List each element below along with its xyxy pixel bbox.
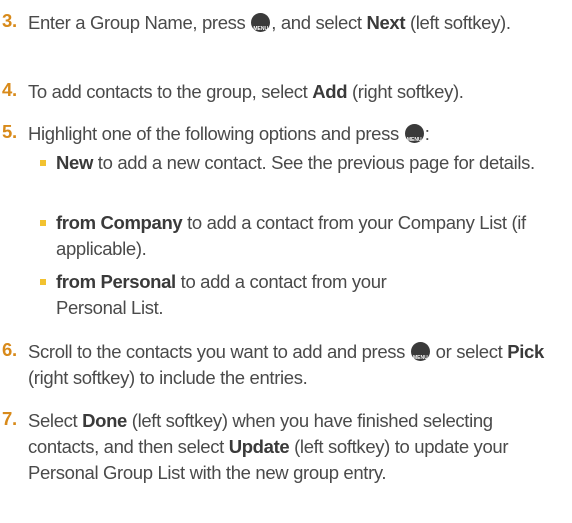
menu-ok-key-icon: [404, 124, 424, 160]
step-text-part: Highlight one of the following options a…: [28, 123, 399, 144]
step-text-part: or select: [435, 341, 503, 362]
step-text: Highlight one of the following options a…: [28, 121, 566, 160]
option-label: from Company: [56, 212, 183, 233]
step-text-part: Select: [28, 410, 78, 431]
softkey-label: Update: [228, 436, 290, 457]
option-text: New to add a new contact. See the previo…: [56, 150, 560, 176]
step-number: 3.: [2, 10, 17, 31]
softkey-label: Pick: [507, 341, 544, 362]
softkey-label: Add: [312, 81, 348, 102]
step-number: 5.: [2, 121, 17, 142]
step-text-part: , and select: [271, 12, 362, 33]
step-text-part: (right softkey).: [352, 81, 464, 102]
step-text: Select Done (left softkey) when you have…: [28, 408, 566, 486]
bullet-icon: [40, 220, 46, 226]
step-text-part: (right softkey) to include the entries.: [28, 367, 308, 388]
manual-page: 3. Enter a Group Name, press , and selec…: [0, 0, 572, 523]
step-text: To add contacts to the group, select Add…: [28, 79, 566, 105]
step-text-part: Scroll to the contacts you want to add a…: [28, 341, 406, 362]
bullet-icon: [40, 279, 46, 285]
step-text-part: (left softkey).: [409, 12, 511, 33]
step-number: 6.: [2, 339, 17, 360]
step-number: 4.: [2, 79, 17, 100]
menu-ok-key-icon: [410, 342, 430, 378]
option-label: from Personal: [56, 271, 176, 292]
step-text: Scroll to the contacts you want to add a…: [28, 339, 566, 391]
step-text-part: :: [424, 123, 430, 144]
step-text-part: To add contacts to the group, select: [28, 81, 308, 102]
step-text: Enter a Group Name, press , and select N…: [28, 10, 566, 49]
step-text-part: Enter a Group Name, press: [28, 12, 246, 33]
option-text: from Personal to add a contact from your…: [56, 269, 446, 321]
bullet-icon: [40, 160, 46, 166]
menu-ok-key-icon: [251, 13, 271, 49]
option-description: to add a new contact. See the previous p…: [97, 152, 535, 173]
softkey-label: Next: [366, 12, 406, 33]
step-number: 7.: [2, 408, 17, 429]
softkey-label: Done: [82, 410, 127, 431]
option-label: New: [56, 152, 93, 173]
option-text: from Company to add a contact from your …: [56, 210, 560, 262]
